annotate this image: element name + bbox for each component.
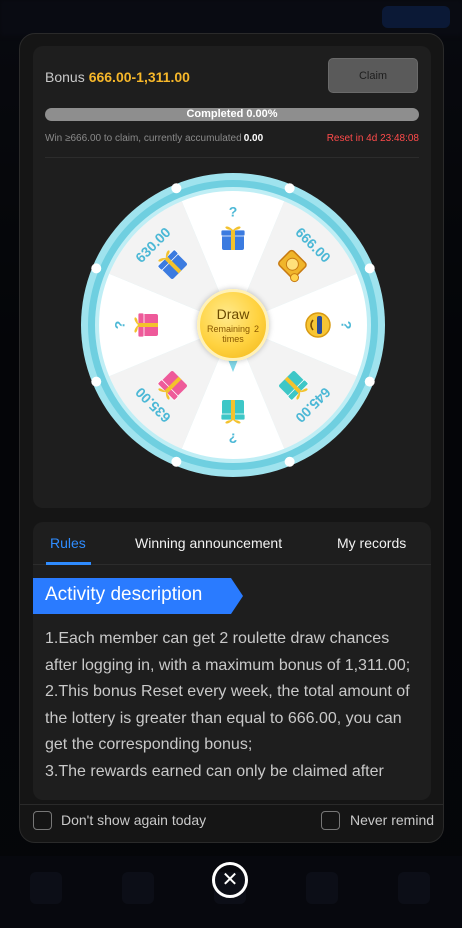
remaining-text: Remaining 2 times	[207, 324, 259, 344]
tab-my-records[interactable]: My records	[337, 535, 406, 551]
bonus-amount: 666.00-1,311.00	[88, 69, 190, 85]
draw-label: Draw	[216, 306, 250, 322]
rule-line: 1.Each member can get 2 roulette draw ch…	[45, 630, 411, 674]
win-condition-text: Win ≥666.00 to claim, currently accumula…	[45, 133, 242, 144]
active-tab-indicator	[46, 562, 91, 565]
gift-box-pink-icon	[134, 312, 158, 338]
draw-button[interactable]: Draw Remaining 2 times	[197, 289, 269, 361]
rim-light	[171, 456, 182, 467]
wheel-segment-label: ?	[229, 430, 238, 446]
rule-line: 3.The rewards earned can only be claimed…	[45, 762, 384, 780]
gift-box-blue-icon	[220, 226, 246, 250]
rim-light	[91, 263, 102, 274]
rim-light	[284, 183, 295, 194]
claim-button[interactable]: Claim	[328, 58, 418, 93]
gift-box-teal-icon	[220, 400, 246, 424]
reset-countdown: Reset in 4d 23:48:08	[326, 133, 419, 144]
activity-title: Activity description	[45, 584, 203, 605]
bonus-wheel-modal: Bonus 666.00-1,311.00 Claim Completed 0.0…	[19, 33, 444, 843]
dont-show-today-label[interactable]: Don't show again today	[61, 812, 206, 828]
wheel-segment-label: ?	[338, 321, 354, 330]
times-label: times	[222, 334, 244, 344]
tab-bar: Rules Winning announcement My records	[33, 522, 431, 565]
bonus-label: Bonus	[45, 69, 85, 85]
dont-show-today-checkbox[interactable]	[33, 811, 52, 830]
remaining-label: Remaining	[206, 324, 250, 334]
never-remind-label[interactable]: Never remind	[350, 812, 434, 828]
wheel-segment-label: ?	[112, 321, 128, 330]
wheel-segment-label: ?	[229, 204, 238, 220]
wheel-card: Bonus 666.00-1,311.00 Claim Completed 0.0…	[33, 46, 431, 508]
tab-winning-announcement[interactable]: Winning announcement	[135, 535, 282, 551]
tab-rules[interactable]: Rules	[50, 535, 86, 551]
rules-card: Rules Winning announcement My records Ac…	[33, 522, 431, 800]
modal-footer: Don't show again today Never remind	[20, 804, 443, 842]
never-remind-checkbox[interactable]	[321, 811, 340, 830]
progress-text: Completed 0.00%	[186, 108, 278, 120]
remaining-count: 2	[254, 324, 260, 334]
progress-bar: Completed 0.00%	[45, 108, 419, 121]
claim-info: Win ≥666.00 to claim, currently accumula…	[45, 133, 419, 144]
rim-light	[284, 456, 295, 467]
rim-light	[364, 263, 375, 274]
accumulated-amount: 0.00	[243, 133, 264, 144]
divider	[45, 157, 419, 158]
activity-description: 1.Each member can get 2 roulette draw ch…	[45, 626, 423, 785]
bonus-range: Bonus 666.00-1,311.00	[45, 69, 190, 85]
activity-title-ribbon: Activity description	[33, 578, 243, 614]
emoji-sunglasses-icon	[305, 312, 331, 338]
rim-light	[364, 376, 375, 387]
roulette-wheel: ? 666.00? 645.00? 635.00? 630.00 Draw Remain…	[80, 172, 386, 478]
close-icon[interactable]: ✕	[212, 862, 248, 898]
rule-line: 2.This bonus Reset every week, the total…	[45, 683, 410, 753]
rim-light	[91, 376, 102, 387]
rim-light	[171, 183, 182, 194]
